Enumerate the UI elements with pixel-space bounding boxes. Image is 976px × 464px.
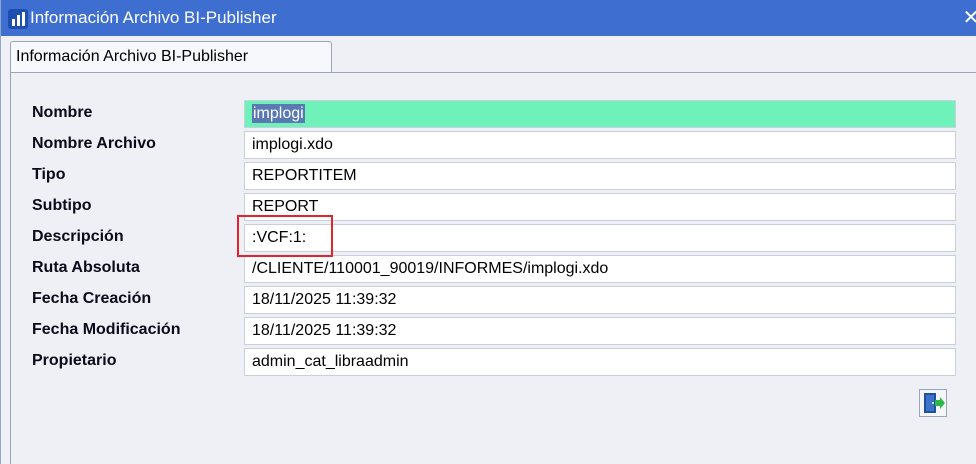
label-descripcion: Descripción: [32, 228, 124, 245]
subtipo-field[interactable]: REPORT: [244, 193, 956, 221]
exit-door-icon: [924, 393, 945, 413]
dialog-window: Información Archivo BI-Publisher ✕ Infor…: [0, 0, 976, 464]
label-nombre: Nombre: [32, 104, 93, 121]
label-fecha-modificacion: Fecha Modificación: [32, 321, 181, 338]
app-logo-icon: [8, 9, 28, 29]
window-title: Información Archivo BI-Publisher: [30, 8, 277, 27]
label-nombre-archivo: Nombre Archivo: [32, 135, 156, 152]
close-icon[interactable]: ✕: [961, 4, 976, 30]
fecha-creacion-field[interactable]: 18/11/2025 11:39:32: [244, 286, 956, 314]
title-bar[interactable]: Información Archivo BI-Publisher ✕: [1, 0, 976, 36]
fecha-modificacion-field[interactable]: 18/11/2025 11:39:32: [244, 317, 956, 345]
exit-button[interactable]: [919, 389, 947, 417]
tab-informacion-archivo[interactable]: Información Archivo BI-Publisher: [10, 41, 332, 73]
label-ruta-absoluta: Ruta Absoluta: [32, 259, 140, 276]
nombre-value: implogi: [252, 104, 305, 123]
propietario-field[interactable]: admin_cat_libraadmin: [244, 348, 956, 376]
label-subtipo: Subtipo: [32, 197, 92, 214]
nombre-field[interactable]: implogi: [244, 100, 956, 128]
descripcion-field[interactable]: :VCF:1:: [244, 224, 956, 252]
label-fecha-creacion: Fecha Creación: [32, 290, 152, 307]
highlight-box: [237, 215, 333, 257]
nombre-archivo-field[interactable]: implogi.xdo: [244, 131, 956, 159]
label-tipo: Tipo: [32, 166, 66, 183]
ruta-absoluta-field[interactable]: /CLIENTE/110001_90019/INFORMES/implogi.x…: [244, 255, 956, 283]
tipo-field[interactable]: REPORTITEM: [244, 162, 956, 190]
label-propietario: Propietario: [32, 352, 117, 369]
